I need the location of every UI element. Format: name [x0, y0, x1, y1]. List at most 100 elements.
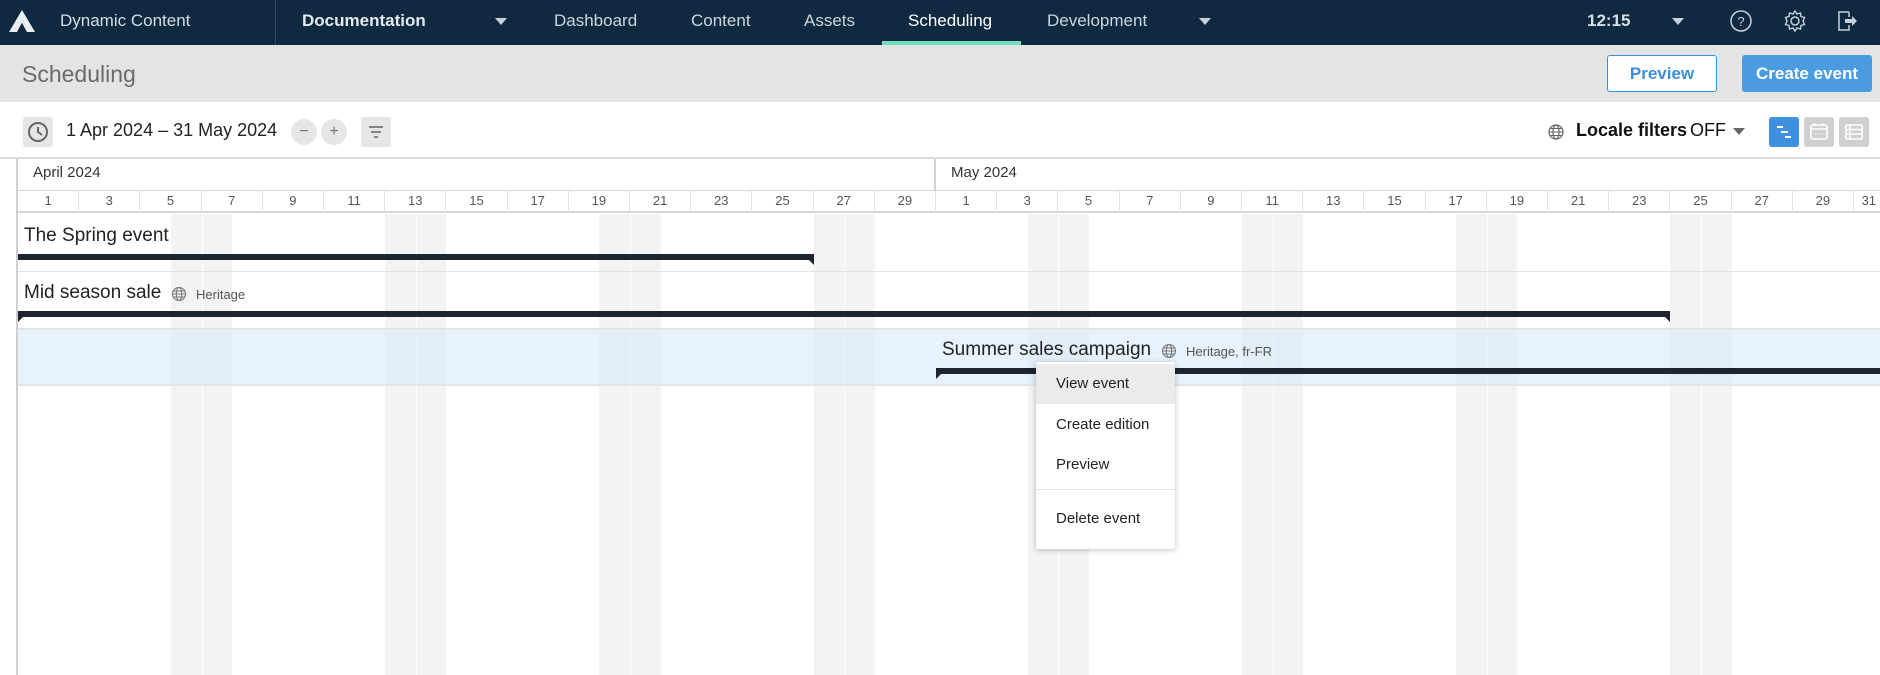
- timeline-view-button[interactable]: [1769, 117, 1799, 147]
- time-display[interactable]: 12:15: [1587, 11, 1630, 31]
- day-label: 29: [1793, 191, 1854, 213]
- nav-content[interactable]: Content: [691, 11, 751, 31]
- list-view-icon: [1845, 124, 1863, 140]
- day-label: 13: [385, 191, 447, 213]
- weekend-column: [1486, 214, 1518, 675]
- month-header-row: April 2024 May 2024: [18, 159, 1880, 191]
- weekend-column: [1272, 214, 1304, 675]
- menu-item-preview[interactable]: Preview: [1036, 445, 1175, 485]
- day-label: 17: [1426, 191, 1487, 213]
- day-label: 1: [936, 191, 998, 213]
- page-title: Scheduling: [22, 61, 136, 87]
- menu-divider: [1036, 489, 1175, 490]
- locale-filters-label: Locale filters: [1576, 120, 1688, 140]
- bar-start-marker: [18, 317, 23, 322]
- day-label: 1: [18, 191, 80, 213]
- row-divider: [18, 385, 1880, 386]
- row-divider: [18, 328, 1880, 329]
- weekend-column: [630, 214, 661, 675]
- weekend-column: [171, 214, 202, 675]
- weekend-column: [844, 214, 875, 675]
- help-icon[interactable]: ?: [1728, 8, 1754, 34]
- day-label: 19: [569, 191, 630, 213]
- locale-filters-value[interactable]: OFF: [1690, 120, 1726, 141]
- day-label: 11: [324, 191, 386, 213]
- filter-button[interactable]: [361, 117, 391, 147]
- event-title[interactable]: The Spring event: [24, 225, 169, 247]
- weekend-column: [1456, 214, 1487, 675]
- menu-item-create-edition[interactable]: Create edition: [1036, 405, 1175, 445]
- svg-text:?: ?: [1737, 14, 1744, 29]
- day-label: 9: [263, 191, 324, 213]
- row-divider: [18, 271, 1880, 272]
- event-title[interactable]: Summer sales campaign: [942, 339, 1151, 361]
- day-label: 21: [1548, 191, 1610, 213]
- weekend-column: [415, 214, 447, 675]
- app-name[interactable]: Dynamic Content: [60, 11, 190, 31]
- day-label: 7: [202, 191, 263, 213]
- day-label: 29: [875, 191, 936, 213]
- day-label: 11: [1242, 191, 1304, 213]
- hub-dropdown-icon[interactable]: [495, 18, 507, 25]
- list-view-button[interactable]: [1839, 117, 1869, 147]
- nav-dashboard[interactable]: Dashboard: [554, 11, 637, 31]
- weekend-column: [1701, 214, 1732, 675]
- event-locale-label: Heritage: [196, 287, 246, 302]
- day-label: 23: [691, 191, 753, 213]
- day-label: 19: [1487, 191, 1548, 213]
- timeline-grid: April 2024 May 2024 1 3 5 7 9 11 13 15 17 19 21 23 25…: [0, 159, 1880, 675]
- day-label: 23: [1609, 191, 1671, 213]
- calendar-view-icon: [1810, 123, 1828, 140]
- top-navigation-bar: Dynamic Content Documentation Dashboard …: [0, 0, 1880, 45]
- nav-scheduling[interactable]: Scheduling: [908, 11, 992, 31]
- preview-button[interactable]: Preview: [1607, 55, 1717, 92]
- calendar-view-button[interactable]: [1804, 117, 1834, 147]
- month-label: May 2024: [936, 159, 1880, 191]
- bar-end-marker: [1665, 317, 1671, 322]
- date-picker-button[interactable]: [23, 117, 53, 147]
- day-label: 27: [814, 191, 875, 213]
- clock-icon: [28, 122, 48, 142]
- create-event-button[interactable]: Create event: [1742, 55, 1872, 92]
- event-bar[interactable]: [18, 254, 814, 265]
- nav-development[interactable]: Development: [1047, 11, 1147, 31]
- day-label: 15: [446, 191, 508, 213]
- day-label: 25: [752, 191, 814, 213]
- event-title[interactable]: Mid season sale: [24, 282, 161, 304]
- menu-item-view-event[interactable]: View event: [1036, 364, 1175, 404]
- bar-end-marker: [808, 260, 814, 265]
- weekend-column: [599, 214, 630, 675]
- day-label: 21: [630, 191, 692, 213]
- event-context-menu: View event Create edition Preview Delete…: [1036, 362, 1175, 549]
- day-label: 31: [1854, 191, 1880, 213]
- weekend-column: [385, 214, 416, 675]
- day-label: 7: [1120, 191, 1181, 213]
- divider: [275, 0, 276, 45]
- weekend-column: [1242, 214, 1273, 675]
- more-nav-dropdown-icon[interactable]: [1199, 18, 1211, 25]
- event-bar[interactable]: [18, 311, 1671, 322]
- globe-icon: [1548, 124, 1564, 140]
- weekend-column: [201, 214, 233, 675]
- day-label: 15: [1364, 191, 1426, 213]
- day-label: 5: [1058, 191, 1120, 213]
- hub-selector[interactable]: Documentation: [302, 11, 426, 31]
- weekend-column: [813, 214, 845, 675]
- day-label: 17: [508, 191, 569, 213]
- settings-icon[interactable]: [1782, 8, 1808, 34]
- globe-icon: [1161, 343, 1177, 359]
- globe-icon: [171, 286, 187, 302]
- timeline-view-icon: [1777, 126, 1791, 138]
- day-label: 3: [997, 191, 1059, 213]
- nav-assets[interactable]: Assets: [804, 11, 855, 31]
- zoom-out-button[interactable]: −: [291, 119, 317, 145]
- amplience-logo-icon[interactable]: [8, 9, 36, 33]
- time-dropdown-icon[interactable]: [1672, 18, 1684, 25]
- menu-item-delete-event[interactable]: Delete event: [1036, 499, 1175, 539]
- zoom-in-button[interactable]: +: [321, 119, 347, 145]
- logout-icon[interactable]: [1834, 8, 1860, 34]
- locale-dropdown-icon[interactable]: [1733, 128, 1745, 135]
- date-range-label[interactable]: 1 Apr 2024 – 31 May 2024: [66, 120, 277, 141]
- day-label: 3: [79, 191, 141, 213]
- day-label: 27: [1732, 191, 1793, 213]
